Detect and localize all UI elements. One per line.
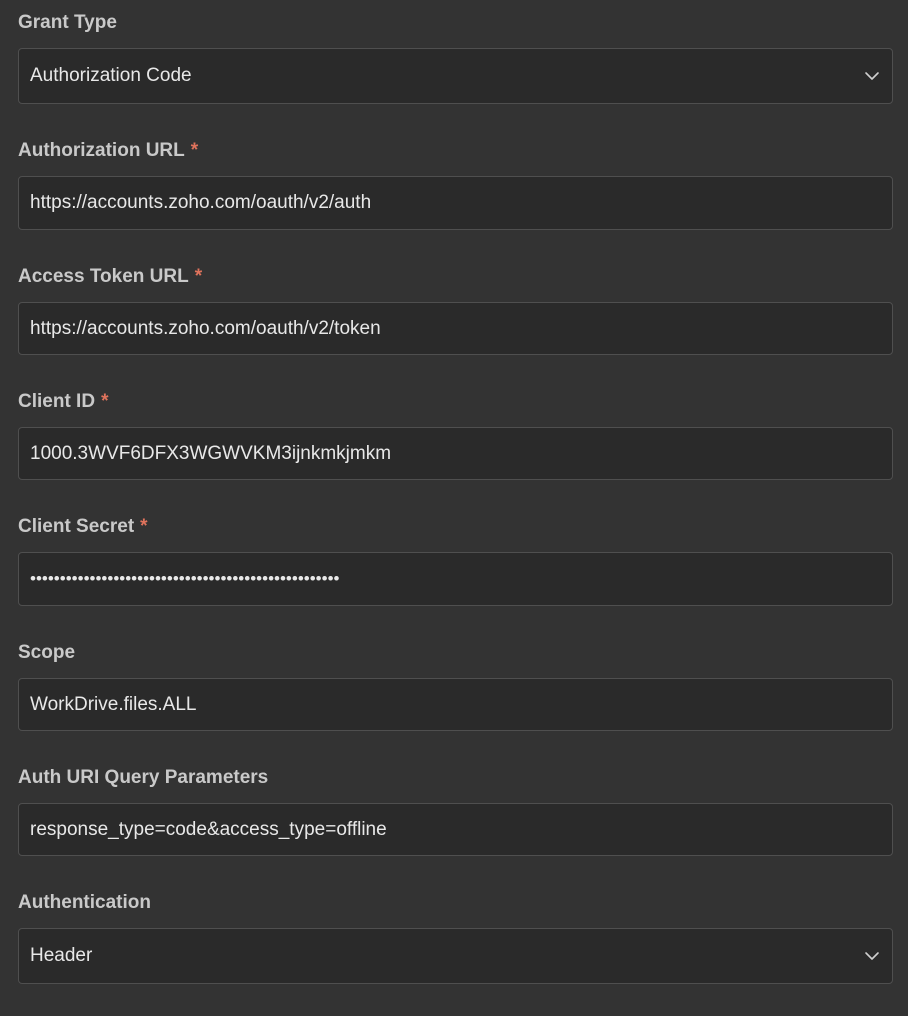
grant-type-label: Grant Type <box>18 11 117 35</box>
required-marker: * <box>194 266 203 287</box>
client-id-value: 1000.3WVF6DFX3WGWVKM3ijnkmkjmkm <box>30 442 392 464</box>
required-marker: * <box>140 516 148 537</box>
required-marker: * <box>101 391 109 412</box>
auth-uri-query-parameters-value: response_type=code&access_type=offline <box>30 818 387 840</box>
access-token-url-label: Access Token URL * <box>18 265 202 289</box>
scope-label: Scope <box>18 641 75 665</box>
auth-uri-query-parameters-input[interactable]: response_type=code&access_type=offline <box>18 803 893 856</box>
scope-label-text: Scope <box>18 642 76 663</box>
grant-type-select[interactable]: Authorization Code <box>18 48 893 104</box>
client-secret-input[interactable]: ••••••••••••••••••••••••••••••••••••••••… <box>18 552 893 606</box>
access-token-url-input[interactable]: https://accounts.zoho.com/oauth/v2/token <box>18 302 893 355</box>
client-id-label: Client ID * <box>18 390 108 414</box>
scope-input[interactable]: WorkDrive.files.ALL <box>18 678 893 731</box>
authentication-label: Authentication <box>18 891 151 915</box>
client-secret-label: Client Secret * <box>18 515 148 539</box>
authorization-url-label-text: Authorization URL <box>18 140 185 161</box>
grant-type-value: Authorization Code <box>30 65 192 86</box>
client-secret-value: ••••••••••••••••••••••••••••••••••••••••… <box>30 569 340 588</box>
auth-uri-query-parameters-label: Auth URI Query Parameters <box>18 766 268 790</box>
authorization-url-value: https://accounts.zoho.com/oauth/v2/auth <box>30 192 372 213</box>
required-marker: * <box>190 140 199 161</box>
authentication-label-text: Authentication <box>18 892 151 913</box>
auth-uri-query-parameters-label-text: Auth URI Query Parameters <box>18 767 269 788</box>
authorization-url-label: Authorization URL * <box>18 139 198 163</box>
authentication-value: Header <box>30 945 93 966</box>
access-token-url-value: https://accounts.zoho.com/oauth/v2/token <box>30 317 381 339</box>
oauth2-credentials-form: Grant Type Authorization Code Authorizat… <box>0 0 908 1016</box>
scope-value: WorkDrive.files.ALL <box>30 693 197 715</box>
grant-type-label-text: Grant Type <box>18 12 117 33</box>
client-secret-label-text: Client Secret <box>18 516 135 537</box>
authentication-select[interactable]: Header <box>18 928 893 984</box>
access-token-url-label-text: Access Token URL <box>18 266 189 287</box>
chevron-down-icon <box>865 72 879 80</box>
client-id-input[interactable]: 1000.3WVF6DFX3WGWVKM3ijnkmkjmkm <box>18 427 893 480</box>
client-id-label-text: Client ID <box>18 391 96 412</box>
authorization-url-input[interactable]: https://accounts.zoho.com/oauth/v2/auth <box>18 176 893 230</box>
chevron-down-icon <box>865 952 879 960</box>
